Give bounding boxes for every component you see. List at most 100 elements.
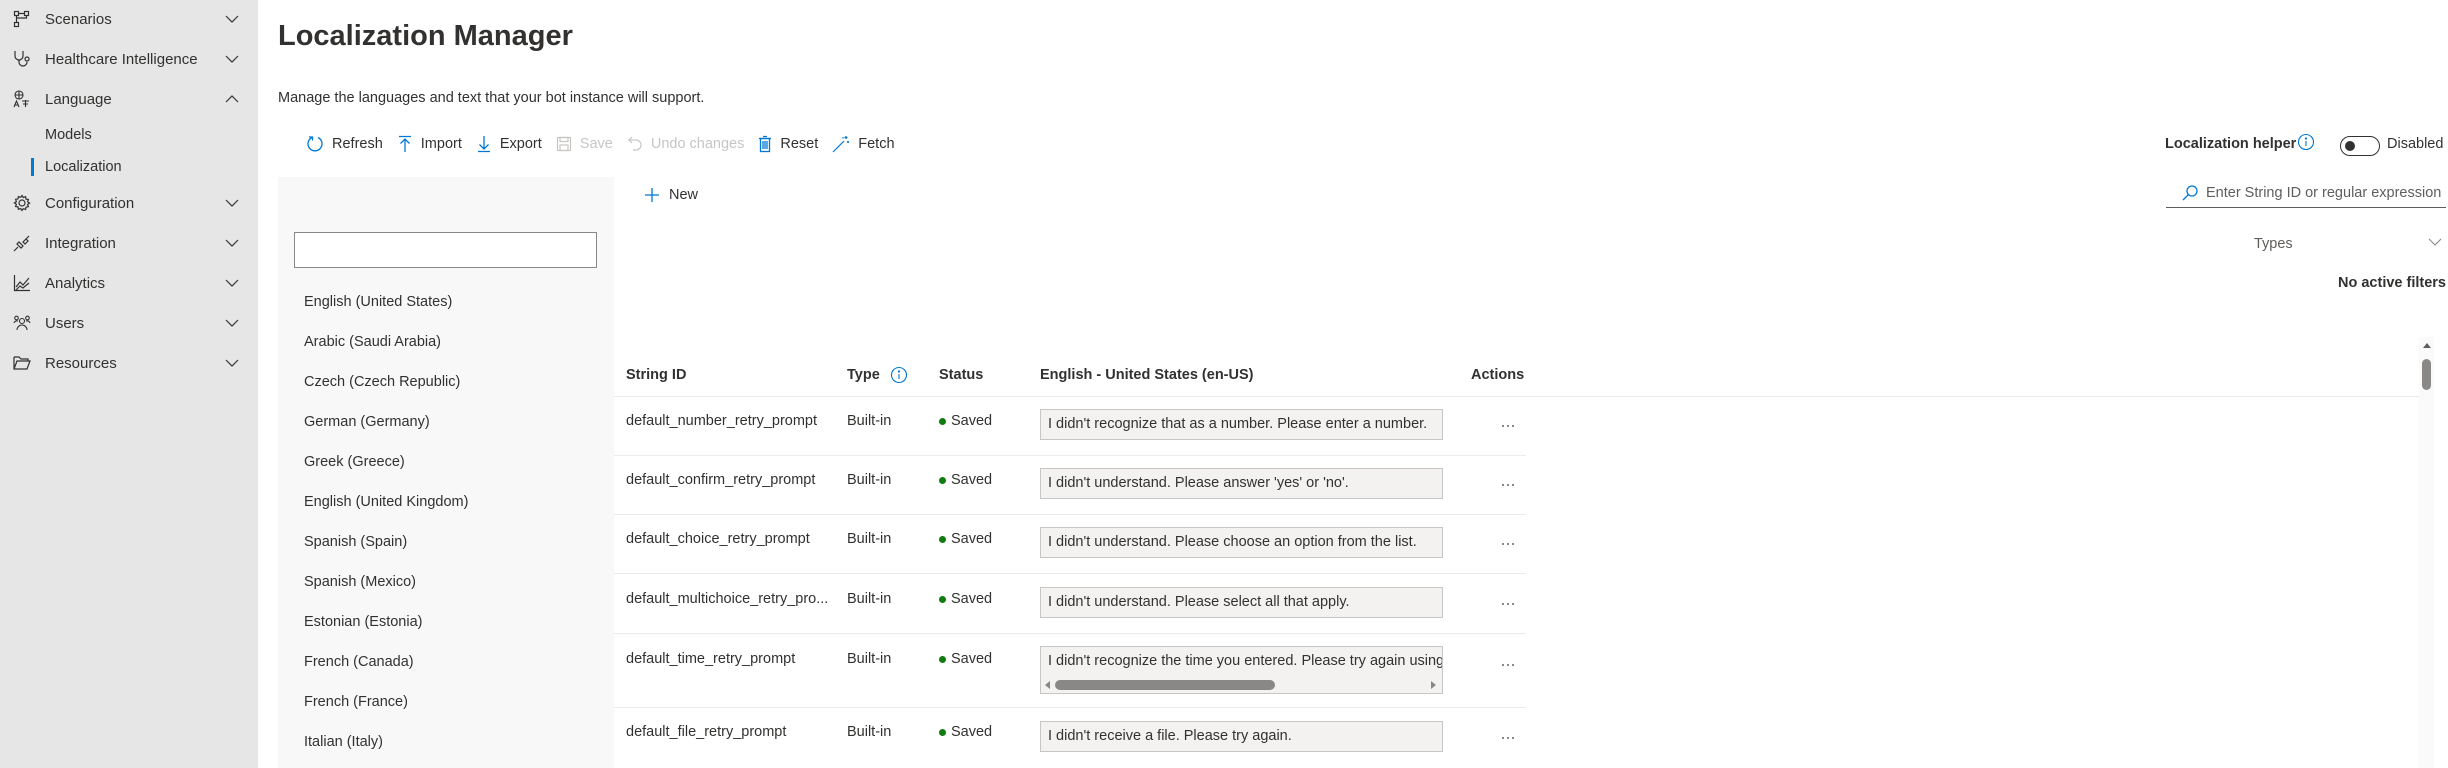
scroll-right-arrow[interactable] <box>1431 681 1436 689</box>
save-button[interactable]: Save <box>556 136 613 152</box>
language-list-item[interactable]: English (United Kingdom) <box>304 490 468 514</box>
translation-text-field[interactable]: I didn't receive a file. Please try agai… <box>1040 721 1443 752</box>
sidebar-subitem-label: Models <box>45 127 92 143</box>
more-actions-button[interactable] <box>1496 534 1520 554</box>
undo-label: Undo changes <box>650 136 745 152</box>
language-list-item[interactable]: French (France) <box>304 690 408 714</box>
trash-icon <box>759 135 772 153</box>
string-id-cell: default_confirm_retry_prompt <box>626 472 816 488</box>
fetch-label: Fetch <box>858 136 895 152</box>
import-button[interactable]: Import <box>397 135 462 153</box>
language-list-item[interactable]: French (Canada) <box>304 650 414 674</box>
more-icon-dot <box>1507 543 1509 545</box>
column-header-english[interactable]: English - United States (en-US) <box>1040 364 1254 386</box>
language-list-item[interactable]: Czech (Czech Republic) <box>304 370 460 394</box>
translation-text: I didn't receive a file. Please try agai… <box>1048 728 1292 744</box>
column-header-string-id[interactable]: String ID <box>626 364 686 386</box>
export-button[interactable]: Export <box>476 135 542 153</box>
page-title: Localization Manager <box>278 20 573 52</box>
more-icon-dot <box>1512 664 1514 666</box>
language-search-input[interactable] <box>294 232 597 268</box>
scroll-up-arrow[interactable] <box>2423 343 2431 348</box>
refresh-button[interactable]: Refresh <box>306 135 383 153</box>
new-string-button[interactable]: New <box>644 187 698 203</box>
more-icon-dot <box>1507 664 1509 666</box>
language-list-item[interactable]: Greek (Greece) <box>304 450 405 474</box>
sidebar-subitem-models[interactable]: Models <box>0 120 258 150</box>
sidebar-item-label: Resources <box>45 354 117 372</box>
info-icon[interactable] <box>2297 133 2315 151</box>
column-header-type[interactable]: Type <box>847 364 880 386</box>
scrollbar-thumb[interactable] <box>1055 680 1275 690</box>
toolbar: Refresh Import Export Save Undo changes … <box>306 131 909 157</box>
language-list-item[interactable]: Arabic (Saudi Arabia) <box>304 330 441 354</box>
info-icon[interactable] <box>890 366 908 384</box>
active-indicator <box>31 158 34 176</box>
chevron-down-icon <box>224 315 240 331</box>
sidebar-item-integration[interactable]: Integration <box>0 225 258 261</box>
sidebar-item-resources[interactable]: Resources <box>0 345 258 381</box>
chevron-up-icon <box>224 91 240 107</box>
translation-text: I didn't understand. Please select all t… <box>1048 594 1350 610</box>
string-search-input[interactable] <box>2206 184 2446 201</box>
reset-button[interactable]: Reset <box>758 135 818 153</box>
translation-text: I didn't understand. Please answer 'yes'… <box>1048 475 1349 491</box>
translation-text-field[interactable]: I didn't understand. Please choose an op… <box>1040 527 1443 558</box>
save-icon <box>556 136 571 152</box>
column-header-status[interactable]: Status <box>939 364 983 386</box>
translation-text-field[interactable]: I didn't understand. Please select all t… <box>1040 587 1443 618</box>
stethoscope-icon <box>12 49 32 69</box>
language-list-item[interactable]: Spanish (Spain) <box>304 530 407 554</box>
chevron-down-icon <box>224 355 240 371</box>
chevron-down-icon <box>224 195 240 211</box>
language-list-item[interactable]: German (Germany) <box>304 410 430 434</box>
translation-text-field[interactable]: I didn't recognize that as a number. Ple… <box>1040 409 1443 440</box>
language-list-item[interactable]: Spanish (Mexico) <box>304 570 416 594</box>
types-label: Types <box>2254 236 2293 252</box>
sidebar: Scenarios Healthcare Intelligence Langua… <box>0 0 258 768</box>
sidebar-item-healthcare-intelligence[interactable]: Healthcare Intelligence <box>0 41 258 77</box>
localization-helper-toggle[interactable] <box>2340 136 2380 156</box>
sidebar-item-users[interactable]: Users <box>0 305 258 341</box>
language-list-item[interactable]: Estonian (Estonia) <box>304 610 422 634</box>
scrollbar-thumb[interactable] <box>2422 359 2431 390</box>
more-actions-button[interactable] <box>1496 655 1520 675</box>
sidebar-item-analytics[interactable]: Analytics <box>0 265 258 301</box>
status-cell: Saved <box>939 410 992 432</box>
chevron-down-icon <box>2428 238 2442 246</box>
horizontal-scrollbar[interactable] <box>1041 677 1442 693</box>
string-search-box <box>2166 178 2446 208</box>
status-label: Saved <box>951 531 993 547</box>
string-id-cell: default_multichoice_retry_pro... <box>626 591 829 607</box>
more-actions-button[interactable] <box>1496 475 1520 495</box>
type-cell: Built-in <box>847 651 892 667</box>
vertical-scrollbar[interactable] <box>2419 337 2434 768</box>
sidebar-item-scenarios[interactable]: Scenarios <box>0 1 258 37</box>
language-list-item[interactable]: English (United States) <box>304 290 452 314</box>
more-icon-dot <box>1507 737 1509 739</box>
sidebar-item-label: Scenarios <box>45 10 112 28</box>
scroll-left-arrow[interactable] <box>1045 681 1050 689</box>
sidebar-item-language[interactable]: Language <box>0 81 258 117</box>
language-list-item[interactable]: Italian (Italy) <box>304 730 383 754</box>
more-icon-dot <box>1502 425 1504 427</box>
more-actions-button[interactable] <box>1496 594 1520 614</box>
more-actions-button[interactable] <box>1496 416 1520 436</box>
fetch-button[interactable]: Fetch <box>832 135 895 153</box>
chart-icon <box>12 273 32 293</box>
types-dropdown[interactable]: Types <box>2166 234 2446 258</box>
more-icon-dot <box>1502 603 1504 605</box>
translation-text-field[interactable]: I didn't recognize the time you entered.… <box>1040 646 1443 694</box>
status-dot-icon <box>939 595 946 603</box>
translation-text-field[interactable]: I didn't understand. Please answer 'yes'… <box>1040 468 1443 499</box>
gear-icon <box>12 193 32 213</box>
sidebar-item-configuration[interactable]: Configuration <box>0 185 258 221</box>
string-id-cell: default_file_retry_prompt <box>626 724 787 740</box>
string-id-cell: default_time_retry_prompt <box>626 651 796 667</box>
status-dot-icon <box>939 417 946 425</box>
refresh-icon <box>307 136 323 152</box>
more-actions-button[interactable] <box>1496 728 1520 748</box>
sidebar-subitem-localization[interactable]: Localization <box>0 152 258 182</box>
sidebar-item-label: Configuration <box>45 194 135 212</box>
undo-button[interactable]: Undo changes <box>627 136 745 152</box>
